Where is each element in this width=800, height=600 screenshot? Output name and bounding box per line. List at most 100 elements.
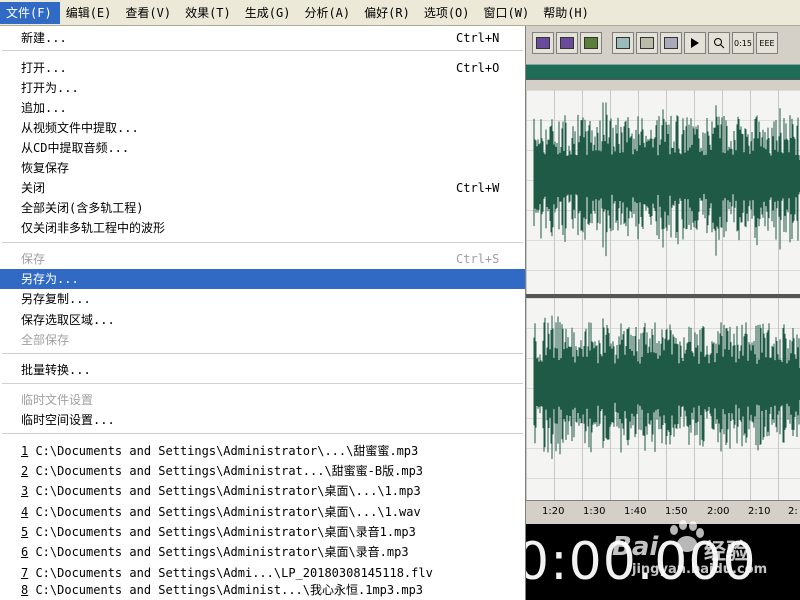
waveform-core <box>534 368 800 400</box>
recent-file-2[interactable]: 2 C:\Documents and Settings\Administrat.… <box>0 461 525 481</box>
ruler-tick: 2: <box>788 506 798 517</box>
menu-item-temp-files: 临时文件设置 <box>0 390 525 410</box>
menu-item-close[interactable]: 关闭 Ctrl+W <box>0 178 525 198</box>
waveform-core <box>534 160 800 192</box>
menu-item-shortcut: Ctrl+S <box>456 252 500 266</box>
menu-item-close-all[interactable]: 全部关闭(含多轨工程) <box>0 198 525 218</box>
ruler-tick: 2:10 <box>748 506 771 517</box>
menu-item-close-non-multitrack[interactable]: 仅关闭非多轨工程中的波形 <box>0 218 525 238</box>
menu-help[interactable]: 帮助(H) <box>537 2 597 24</box>
menu-item-label: 仅关闭非多轨工程中的波形 <box>21 221 166 235</box>
menu-item-save-as[interactable]: 另存为... <box>0 269 525 289</box>
recent-file-path: C:\Documents and Settings\Administrator\… <box>28 545 409 559</box>
recent-file-path: C:\Documents and Settings\Administrator\… <box>28 444 419 458</box>
menu-options[interactable]: 选项(O) <box>418 2 478 24</box>
menu-item-batch-convert[interactable]: 批量转换... <box>0 360 525 380</box>
menu-item-open-as[interactable]: 打开为... <box>0 78 525 98</box>
menu-item-new[interactable]: 新建... Ctrl+N <box>0 28 525 48</box>
view-3-icon[interactable] <box>660 32 682 54</box>
menu-window[interactable]: 窗口(W) <box>478 2 538 24</box>
menu-item-label: 新建... <box>21 31 67 45</box>
ruler-tick: 2:00 <box>707 506 730 517</box>
menu-generate[interactable]: 生成(G) <box>239 2 299 24</box>
recent-file-path: C:\Documents and Settings\Administrator\… <box>28 505 421 519</box>
menu-analyze[interactable]: 分析(A) <box>298 2 358 24</box>
menu-separator <box>2 242 523 243</box>
menu-effects[interactable]: 效果(T) <box>179 2 239 24</box>
recent-file-path: C:\Documents and Settings\Administ...\我心… <box>28 583 424 597</box>
menu-item-label: 临时文件设置 <box>21 393 94 407</box>
menu-favorites[interactable]: 偏好(R) <box>358 2 418 24</box>
recent-file-4[interactable]: 4 C:\Documents and Settings\Administrato… <box>0 502 525 522</box>
file-menu-dropdown: 新建... Ctrl+N 打开... Ctrl+O 打开为... 追加... 从… <box>0 26 526 600</box>
recent-file-path: C:\Documents and Settings\Admi...\LP_201… <box>28 566 433 580</box>
ruler-tick: 1:30 <box>583 506 606 517</box>
menu-item-label: 保存选取区域... <box>21 313 115 327</box>
recent-file-3[interactable]: 3 C:\Documents and Settings\Administrato… <box>0 481 525 501</box>
zoom-icon[interactable] <box>708 32 730 54</box>
menu-item-extract-video[interactable]: 从视频文件中提取... <box>0 118 525 138</box>
toolbar: 0:15 EEE <box>526 28 800 58</box>
waveform-left-channel[interactable] <box>526 90 800 294</box>
recent-file-6[interactable]: 6 C:\Documents and Settings\Administrato… <box>0 542 525 562</box>
recent-file-5[interactable]: 5 C:\Documents and Settings\Administrato… <box>0 522 525 542</box>
menu-bar: 文件(F) 编辑(E) 查看(V) 效果(T) 生成(G) 分析(A) 偏好(R… <box>0 0 800 26</box>
menu-separator <box>2 383 523 384</box>
recent-file-path: C:\Documents and Settings\Administrator\… <box>28 525 416 539</box>
waveform-right-graphic <box>533 315 800 459</box>
menu-item-label: 临时空间设置... <box>21 413 115 427</box>
recent-file-1[interactable]: 1 C:\Documents and Settings\Administrato… <box>0 441 525 461</box>
menu-item-label: 从视频文件中提取... <box>21 121 139 135</box>
waveform-right-channel[interactable] <box>526 298 800 502</box>
cd-view-icon[interactable] <box>580 32 602 54</box>
baidu-jingyan-watermark: Bai 经验 jingyan.baidu.com <box>612 520 792 580</box>
menu-item-append[interactable]: 追加... <box>0 98 525 118</box>
menu-item-revert[interactable]: 恢复保存 <box>0 158 525 178</box>
eee-toggle-button[interactable]: EEE <box>756 32 778 54</box>
menu-separator <box>2 353 523 354</box>
watermark-url: jingyan.baidu.com <box>632 562 768 577</box>
menu-item-label: 另存为... <box>21 272 79 286</box>
menu-separator <box>2 433 523 434</box>
menu-item-label: 关闭 <box>21 181 46 195</box>
ruler-tick: 1:40 <box>624 506 647 517</box>
view-1-icon[interactable] <box>612 32 634 54</box>
view-2-icon[interactable] <box>636 32 658 54</box>
menu-item-label: 批量转换... <box>21 363 91 377</box>
menu-item-open[interactable]: 打开... Ctrl+O <box>0 58 525 78</box>
menu-item-shortcut: Ctrl+N <box>456 31 500 45</box>
recent-file-8[interactable]: 8 C:\Documents and Settings\Administ...\… <box>0 580 525 600</box>
menu-item-label: 打开... <box>21 61 67 75</box>
menu-separator <box>2 50 523 51</box>
watermark-brand: Bai <box>612 532 659 562</box>
menu-item-label: 全部关闭(含多轨工程) <box>21 201 144 215</box>
menu-item-label: 从CD中提取音频... <box>21 141 130 155</box>
menu-item-label: 追加... <box>21 101 67 115</box>
overview-scrollbar[interactable] <box>526 64 800 80</box>
multitrack-view-icon[interactable] <box>532 32 554 54</box>
editor-area: 0:15 EEE 1:20 1:30 1:40 1:50 2:00 2:10 2… <box>526 26 800 600</box>
recent-file-path: C:\Documents and Settings\Administrat...… <box>28 464 424 478</box>
menu-item-label: 保存 <box>21 252 46 266</box>
baidu-paw-icon <box>670 520 704 552</box>
ruler-tick: 1:20 <box>542 506 565 517</box>
menu-item-label: 全部保存 <box>21 333 70 347</box>
menu-view[interactable]: 查看(V) <box>119 2 179 24</box>
play-triangle-icon <box>691 38 699 48</box>
edit-view-icon[interactable] <box>556 32 578 54</box>
menu-item-save: 保存 Ctrl+S <box>0 249 525 269</box>
menu-item-save-copy[interactable]: 另存复制... <box>0 289 525 309</box>
waveform-left-graphic <box>533 102 800 257</box>
recent-file-path: C:\Documents and Settings\Administrator\… <box>28 484 421 498</box>
menu-item-shortcut: Ctrl+W <box>456 181 500 195</box>
menu-item-temp-space[interactable]: 临时空间设置... <box>0 410 525 430</box>
menu-item-extract-cd[interactable]: 从CD中提取音频... <box>0 138 525 158</box>
time-toggle-button[interactable]: 0:15 <box>732 32 754 54</box>
menu-item-save-selection[interactable]: 保存选取区域... <box>0 310 525 330</box>
menu-edit[interactable]: 编辑(E) <box>60 2 120 24</box>
menu-item-shortcut: Ctrl+O <box>456 61 500 75</box>
menu-item-save-all: 全部保存 <box>0 330 525 350</box>
play-icon[interactable] <box>684 32 706 54</box>
menu-file[interactable]: 文件(F) <box>0 1 60 24</box>
menu-item-label: 另存复制... <box>21 292 91 306</box>
